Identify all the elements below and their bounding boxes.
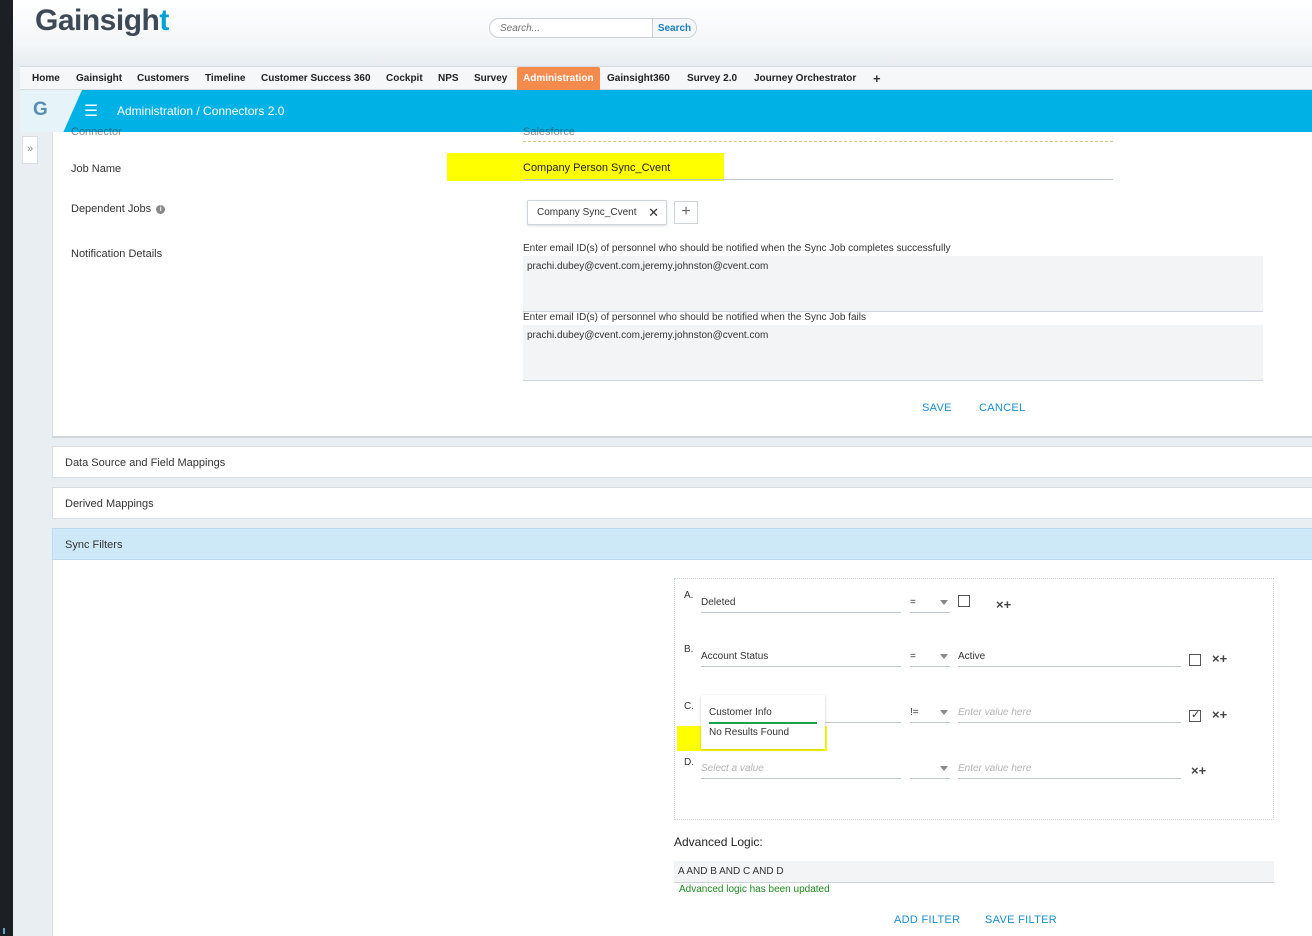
filter-value-b[interactable]: Active	[958, 647, 1181, 667]
filter-field-d[interactable]: Select a value	[701, 759, 901, 779]
dependent-jobs-label: Dependent Jobs i	[71, 203, 166, 215]
filter-field-a[interactable]: Deleted	[701, 593, 901, 613]
add-tab-icon[interactable]: +	[873, 67, 881, 90]
sync-filters-body: A. Deleted = ×+ B. Account Status = Acti…	[52, 560, 1312, 936]
save-filter-button[interactable]: SAVE FILTER	[985, 914, 1057, 926]
filter-checkbox-b[interactable]	[1189, 654, 1201, 666]
filter-row-actions-c[interactable]: ×+	[1212, 707, 1227, 722]
dependent-job-chip: Company Sync_Cvent ✕	[527, 200, 667, 225]
section-data-source[interactable]: Data Source and Field Mappings	[52, 446, 1312, 478]
filter-value-d[interactable]: Enter value here	[958, 759, 1181, 779]
search-input[interactable]	[490, 19, 653, 37]
top-bar: Gainsight Search	[13, 0, 1312, 66]
filter-letter: C.	[684, 701, 694, 712]
tab-survey[interactable]: Survey	[474, 67, 507, 90]
tab-nps[interactable]: NPS	[438, 67, 459, 90]
connector-value: Salesforce	[523, 126, 575, 138]
success-prompt: Enter email ID(s) of personnel who shoul…	[523, 243, 951, 254]
chevron-down-icon	[940, 600, 948, 605]
expand-sidebar-icon[interactable]: »	[22, 136, 38, 164]
chevron-down-icon	[940, 766, 948, 771]
left-window-strip	[0, 0, 13, 936]
tab-administration[interactable]: Administration	[517, 67, 600, 90]
tab-journey-orchestrator[interactable]: Journey Orchestrator	[754, 67, 856, 90]
chip-label: Company Sync_Cvent	[537, 207, 637, 218]
filter-letter: B.	[684, 644, 694, 655]
job-name-input[interactable]	[523, 156, 1113, 180]
filter-operator-d[interactable]	[910, 759, 950, 779]
remove-chip-icon[interactable]: ✕	[648, 205, 659, 221]
search-button[interactable]: Search	[652, 19, 696, 37]
dropdown-search-text[interactable]: Customer Info	[709, 707, 772, 718]
filter-letter: D.	[684, 757, 694, 768]
no-results-message: No Results Found	[709, 727, 790, 738]
field-search-dropdown: Customer Info No Results Found	[701, 695, 825, 749]
section-derived-mappings[interactable]: Derived Mappings	[52, 487, 1312, 519]
filter-field-b[interactable]: Account Status	[701, 647, 901, 667]
strip-marker	[3, 928, 5, 934]
filter-row-actions-b[interactable]: ×+	[1212, 651, 1227, 666]
gainsight-logo[interactable]: Gainsight	[35, 4, 169, 38]
tab-home[interactable]: Home	[32, 67, 60, 90]
filter-checkbox-c[interactable]	[1189, 708, 1201, 722]
success-emails-field[interactable]: prachi.dubey@cvent.com,jeremy.johnston@c…	[523, 256, 1263, 312]
section-sync-filters[interactable]: Sync Filters	[52, 528, 1312, 560]
job-details-panel: Connector Salesforce Job Name Dependent …	[52, 126, 1312, 438]
filter-operator-c[interactable]: !=	[910, 703, 950, 723]
notification-details-label: Notification Details	[71, 248, 163, 260]
tab-gainsight[interactable]: Gainsight	[76, 67, 122, 90]
section-title: Sync Filters	[65, 539, 123, 551]
breadcrumb: Administration / Connectors 2.0	[117, 104, 285, 118]
filter-letter: A.	[684, 590, 694, 601]
connector-divider	[523, 141, 1113, 142]
tab-timeline[interactable]: Timeline	[205, 67, 245, 90]
section-title: Derived Mappings	[65, 498, 154, 510]
chevron-down-icon	[940, 710, 948, 715]
add-dependent-job-button[interactable]: +	[674, 201, 698, 224]
page-header: G ☰ Administration / Connectors 2.0	[20, 90, 1312, 132]
filter-value-c[interactable]: Enter value here	[958, 703, 1181, 723]
filter-operator-b[interactable]: =	[910, 647, 950, 667]
fail-prompt: Enter email ID(s) of personnel who shoul…	[523, 312, 866, 323]
save-button[interactable]: SAVE	[922, 402, 952, 414]
tab-cockpit[interactable]: Cockpit	[386, 67, 423, 90]
main-nav: Home Gainsight Customers Timeline Custom…	[20, 66, 1312, 90]
filter-checkbox-a[interactable]	[958, 595, 970, 607]
advanced-logic-input[interactable]	[674, 861, 1274, 883]
fail-emails-field[interactable]: prachi.dubey@cvent.com,jeremy.johnston@c…	[523, 325, 1263, 381]
connector-label: Connector	[71, 126, 122, 138]
advanced-logic-message: Advanced logic has been updated	[679, 884, 830, 895]
job-name-label: Job Name	[71, 163, 122, 175]
global-search: Search	[489, 18, 697, 38]
advanced-logic-title: Advanced Logic:	[674, 835, 763, 849]
filter-operator-a[interactable]: =	[910, 593, 950, 613]
dropdown-search-underline	[709, 722, 817, 724]
menu-icon[interactable]: ☰	[84, 101, 98, 121]
cancel-button[interactable]: CANCEL	[979, 402, 1025, 414]
tab-gainsight360[interactable]: Gainsight360	[607, 67, 670, 90]
g-logo-icon: G	[33, 99, 48, 120]
add-filter-button[interactable]: ADD FILTER	[894, 914, 960, 926]
tab-customers[interactable]: Customers	[137, 67, 189, 90]
info-icon[interactable]: i	[156, 205, 166, 214]
filter-row-actions-a[interactable]: ×+	[996, 597, 1011, 612]
chevron-down-icon	[940, 654, 948, 659]
filter-row-actions-d[interactable]: ×+	[1191, 763, 1206, 778]
tab-survey-2[interactable]: Survey 2.0	[687, 67, 737, 90]
tab-customer-success-360[interactable]: Customer Success 360	[261, 67, 371, 90]
section-title: Data Source and Field Mappings	[65, 457, 226, 469]
